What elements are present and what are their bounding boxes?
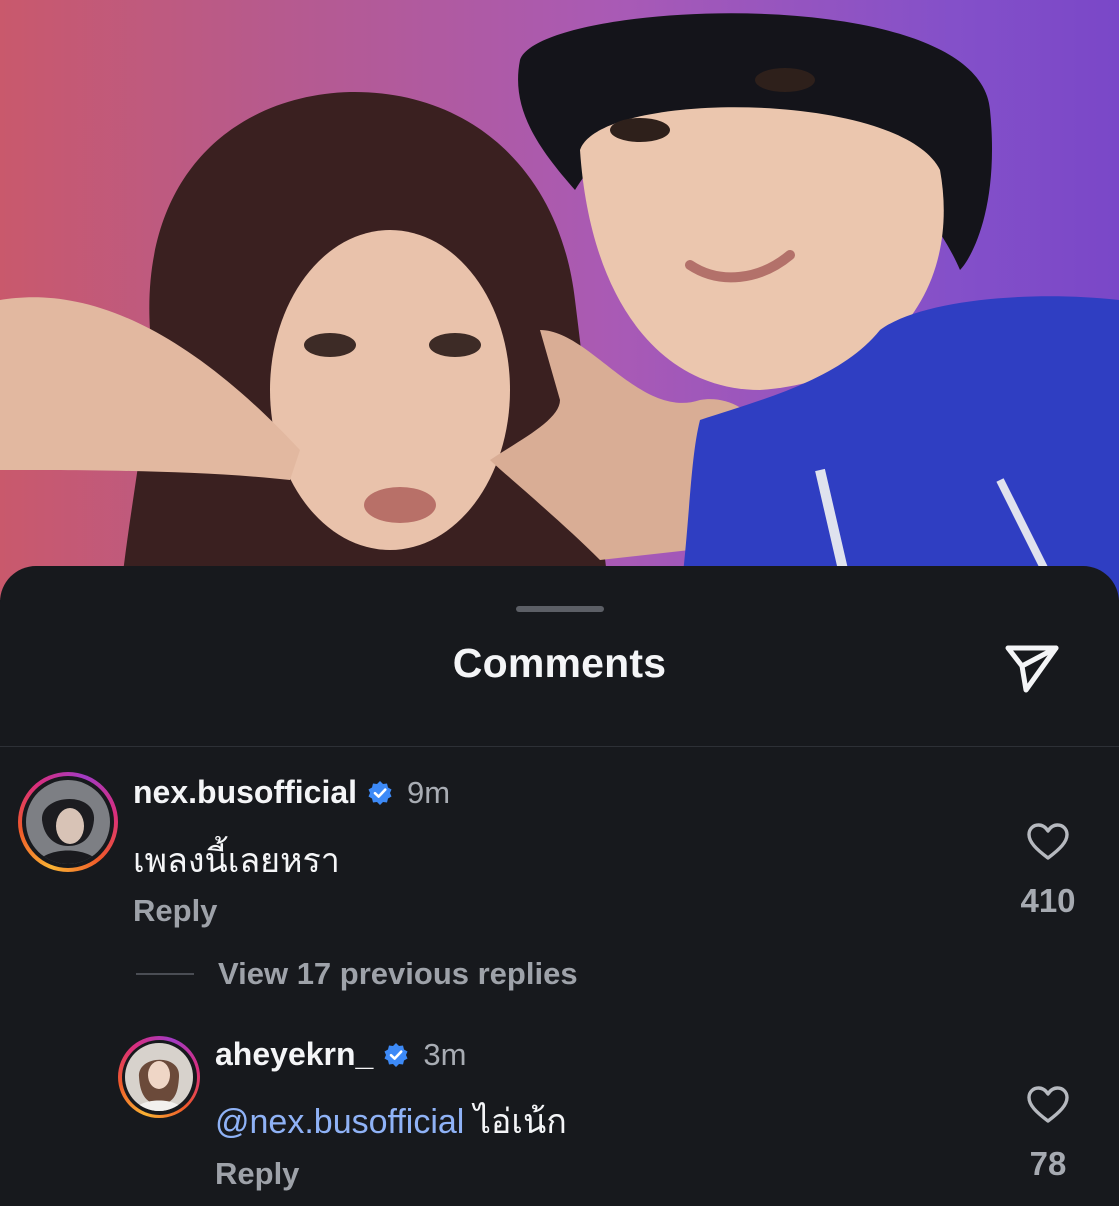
reply-body: ไอ่เน้ก [473, 1103, 567, 1141]
view-replies-label: View 17 previous replies [218, 956, 578, 991]
avatar-image [125, 1043, 193, 1111]
sheet-divider [0, 746, 1119, 747]
sheet-title: Comments [452, 640, 667, 686]
like-count: 78 [1029, 1145, 1067, 1182]
paper-plane-icon [1005, 645, 1059, 693]
avatar[interactable] [118, 1036, 200, 1118]
heart-outline-icon[interactable] [1026, 1085, 1070, 1125]
post-photo-illustration [0, 13, 1119, 600]
avatar[interactable] [18, 772, 118, 872]
heart-outline-icon[interactable] [1026, 822, 1070, 862]
reply-button[interactable]: Reply [133, 893, 217, 929]
avatar-image [26, 780, 110, 864]
sheet-grabber[interactable] [516, 606, 604, 612]
like-control: 78 [1008, 1085, 1088, 1183]
share-button[interactable] [1000, 638, 1064, 698]
comment-time: 9m [407, 774, 451, 810]
verified-badge-icon [384, 1042, 408, 1067]
reply-username[interactable]: aheyekrn_ [215, 1036, 373, 1073]
verified-badge-icon [368, 780, 392, 805]
reply-button[interactable]: Reply [215, 1156, 299, 1192]
comment-text: เพลงนี้เลยหรา [133, 842, 340, 880]
comment-username[interactable]: nex.busofficial [133, 774, 357, 811]
like-control: 410 [1008, 822, 1088, 920]
post-photo [0, 0, 1119, 600]
like-count: 410 [1020, 882, 1076, 919]
reply-header: aheyekrn_ 3m [215, 1036, 466, 1073]
reply-time: 3m [423, 1036, 467, 1072]
thread-line [136, 973, 194, 975]
mention-link[interactable]: @nex.busofficial [215, 1103, 464, 1141]
comment-header: nex.busofficial 9m [133, 774, 450, 811]
reply-text: @nex.busofficial ไอ่เน้ก [215, 1094, 567, 1148]
view-previous-replies[interactable]: View 17 previous replies [136, 956, 578, 992]
